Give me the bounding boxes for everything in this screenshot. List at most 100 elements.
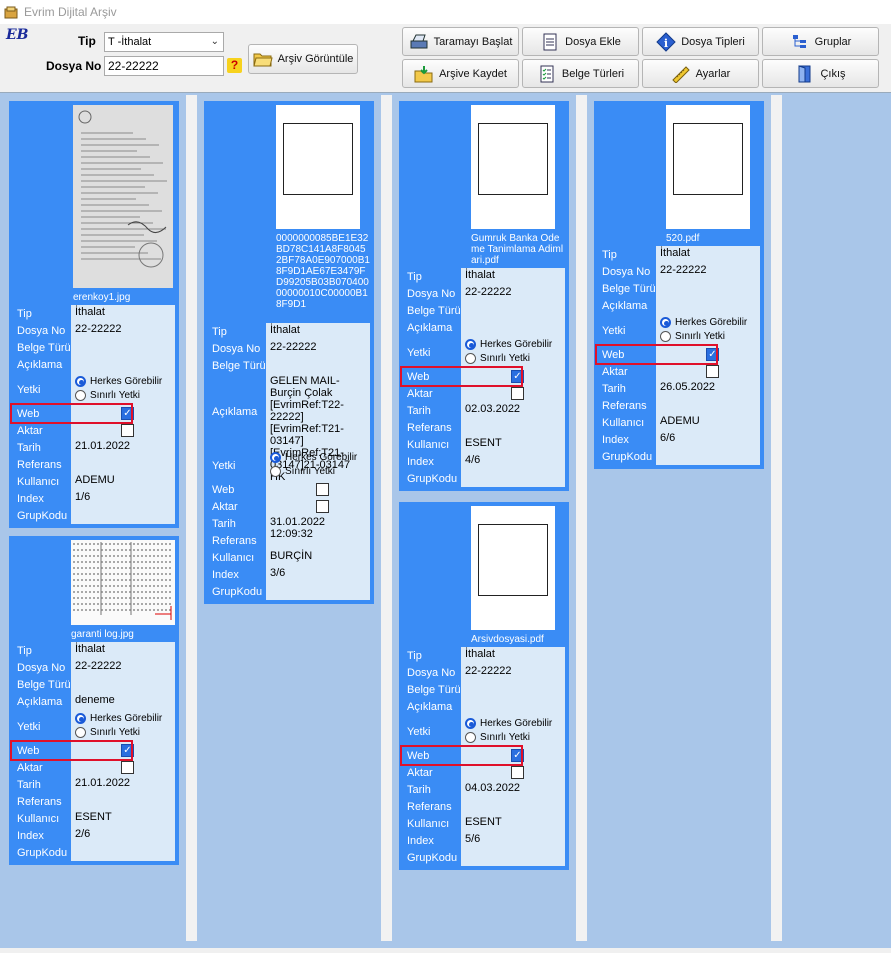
- arsive-kaydet-button[interactable]: Arşive Kaydet: [402, 59, 519, 88]
- tarih-row: Tarih 04.03.2022: [403, 781, 565, 798]
- chevron-down-icon[interactable]: ⌄: [211, 36, 219, 47]
- cikis-button[interactable]: Çıkış: [762, 59, 879, 88]
- dosya-no-row: Dosya No 22-22222: [208, 340, 370, 357]
- checklist-icon: [537, 64, 557, 84]
- radio-selected-icon[interactable]: [270, 452, 281, 463]
- file-preview-placeholder: [283, 123, 353, 195]
- file-preview-placeholder: [673, 123, 743, 195]
- radio-empty-icon[interactable]: [270, 466, 281, 477]
- aktar-checkbox[interactable]: [121, 761, 134, 774]
- ayarlar-button[interactable]: Ayarlar: [642, 59, 759, 88]
- aciklama-label: Açıklama: [17, 696, 63, 708]
- tarama-baslat-label: Taramayı Başlat: [433, 35, 513, 48]
- index-row: Index 3/6: [208, 566, 370, 583]
- file-thumbnail[interactable]: [73, 105, 173, 288]
- gruplar-button[interactable]: Gruplar: [762, 27, 879, 56]
- aktar-checkbox[interactable]: [316, 500, 329, 513]
- file-name: Gumruk Banka Odeme Tanimlama Adimlari.pd…: [471, 233, 564, 266]
- dosya-no-row: Dosya No 22-22222: [598, 263, 760, 280]
- belge-turleri-button[interactable]: Belge Türleri: [522, 59, 639, 88]
- radio-selected-icon[interactable]: [465, 339, 476, 350]
- tarih-value: 26.05.2022: [660, 381, 716, 393]
- exit-door-icon: [795, 64, 815, 84]
- file-thumbnail[interactable]: [71, 540, 175, 625]
- sinirli-yetki-radio[interactable]: Sınırlı Yetki: [75, 727, 140, 738]
- aktar-checkbox[interactable]: [511, 766, 524, 779]
- file-thumbnail[interactable]: [471, 105, 555, 229]
- aktar-checkbox[interactable]: [706, 365, 719, 378]
- tarama-baslat-button[interactable]: Taramayı Başlat: [402, 27, 519, 56]
- file-thumbnail[interactable]: [276, 105, 360, 229]
- radio-selected-icon[interactable]: [660, 317, 671, 328]
- radio-empty-icon[interactable]: [465, 353, 476, 364]
- aktar-label: Aktar: [17, 424, 43, 437]
- dosya-no-input[interactable]: [104, 56, 224, 76]
- archive-card[interactable]: garanti log.jpg Tip İthalat Dosya No 22-2222…: [9, 536, 179, 865]
- file-name: 0000000085BE1E32BD78C141A8F80452BF78A0E9…: [276, 233, 370, 310]
- radio-selected-icon[interactable]: [75, 713, 86, 724]
- yetki-row: Yetki Herkes Görebilir Sınırlı Yetki: [208, 450, 370, 481]
- dosya-no-label: Dosya No: [212, 342, 261, 355]
- yetki-label: Yetki: [212, 459, 236, 472]
- sinirli-yetki-radio[interactable]: Sınırlı Yetki: [465, 353, 530, 364]
- grupkodu-label: GrupKodu: [407, 472, 458, 485]
- kullanici-row: Kullanıcı BURÇİN: [208, 549, 370, 566]
- web-checkbox[interactable]: [316, 483, 329, 496]
- kullanici-row: Kullanıcı ESENT: [13, 810, 175, 827]
- arsiv-goruntule-button[interactable]: Arşiv Görüntüle: [248, 44, 358, 74]
- herkes-gorebilir-label: Herkes Görebilir: [90, 713, 163, 724]
- index-value: 5/6: [465, 833, 481, 845]
- archive-card[interactable]: Arsivdosyasi.pdf Tip İthalat Dosya No 22-222…: [399, 502, 569, 870]
- dosya-ekle-label: Dosya Ekle: [565, 35, 621, 48]
- sinirli-yetki-radio[interactable]: Sınırlı Yetki: [660, 331, 725, 342]
- herkes-gorebilir-radio[interactable]: Herkes Görebilir: [465, 339, 552, 350]
- file-thumbnail[interactable]: [666, 105, 750, 229]
- radio-empty-icon[interactable]: [75, 727, 86, 738]
- question-icon[interactable]: ?: [227, 58, 242, 73]
- sinirli-yetki-radio[interactable]: Sınırlı Yetki: [465, 732, 530, 743]
- sinirli-yetki-label: Sınırlı Yetki: [285, 466, 336, 477]
- aciklama-value: deneme: [75, 694, 115, 706]
- dosya-tipleri-button[interactable]: i Dosya Tipleri: [642, 27, 759, 56]
- herkes-gorebilir-radio[interactable]: Herkes Görebilir: [75, 713, 162, 724]
- herkes-gorebilir-radio[interactable]: Herkes Görebilir: [270, 452, 357, 463]
- referans-label: Referans: [17, 458, 62, 471]
- sinirli-yetki-radio[interactable]: Sınırlı Yetki: [270, 466, 335, 477]
- column-divider: [576, 95, 587, 941]
- dosya-no-label: Dosya No: [602, 265, 651, 278]
- tarih-row: Tarih 31.01.2022 12:09:32: [208, 515, 370, 540]
- referans-row: Referans: [403, 419, 565, 436]
- index-value: 3/6: [270, 567, 286, 579]
- tarih-label: Tarih: [17, 778, 41, 791]
- aktar-row: Aktar: [403, 385, 565, 402]
- index-row: Index 5/6: [403, 832, 565, 849]
- file-details: Tip İthalat Dosya No 22-22222 Belge Türü Açık…: [208, 323, 370, 600]
- file-thumbnail[interactable]: [471, 506, 555, 630]
- sinirli-yetki-radio[interactable]: Sınırlı Yetki: [75, 390, 140, 401]
- tip-select[interactable]: T -İthalat ⌄: [104, 32, 224, 52]
- archive-card[interactable]: 520.pdf Tip İthalat Dosya No 22-22222 Belge T…: [594, 101, 764, 469]
- herkes-gorebilir-radio[interactable]: Herkes Görebilir: [75, 376, 162, 387]
- archive-card[interactable]: erenkoy1.jpg Tip İthalat Dosya No 22-22222 Be…: [9, 101, 179, 528]
- radio-empty-icon[interactable]: [465, 732, 476, 743]
- yetki-row: Yetki Herkes Görebilir Sınırlı Yetki: [13, 711, 175, 742]
- web-label: Web: [212, 483, 235, 496]
- archive-card[interactable]: 0000000085BE1E32BD78C141A8F80452BF78A0E9…: [204, 101, 374, 604]
- belge-turu-label: Belge Türü: [17, 341, 71, 354]
- radio-empty-icon[interactable]: [75, 390, 86, 401]
- svg-text:i: i: [664, 37, 668, 50]
- dosya-ekle-button[interactable]: Dosya Ekle: [522, 27, 639, 56]
- archive-card[interactable]: Gumruk Banka Odeme Tanimlama Adimlari.pd…: [399, 101, 569, 491]
- aktar-checkbox[interactable]: [511, 387, 524, 400]
- tip-label: Tip: [17, 644, 32, 657]
- herkes-gorebilir-radio[interactable]: Herkes Görebilir: [660, 317, 747, 328]
- radio-selected-icon[interactable]: [465, 718, 476, 729]
- index-label: Index: [602, 433, 629, 446]
- aktar-checkbox[interactable]: [121, 424, 134, 437]
- radio-selected-icon[interactable]: [75, 376, 86, 387]
- herkes-gorebilir-radio[interactable]: Herkes Görebilir: [465, 718, 552, 729]
- aciklama-row: Açıklama: [598, 297, 760, 315]
- tip-row: Tip İthalat: [13, 305, 175, 322]
- radio-empty-icon[interactable]: [660, 331, 671, 342]
- yetki-label: Yetki: [407, 346, 431, 359]
